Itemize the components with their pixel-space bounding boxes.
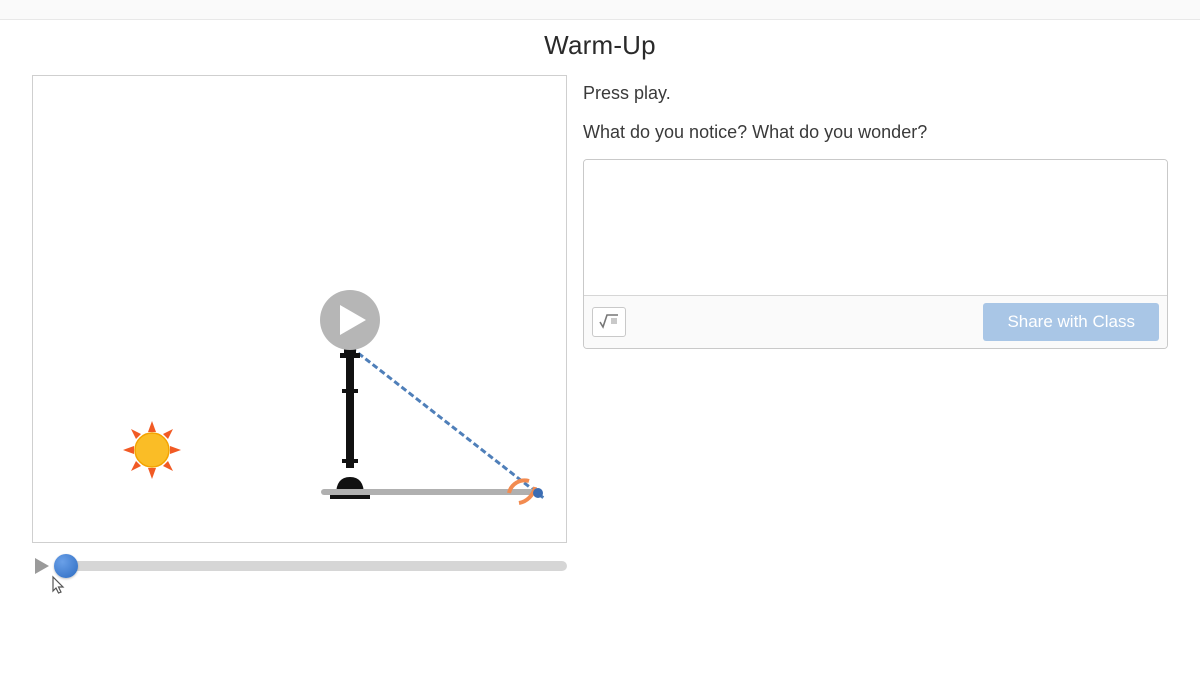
animation-canvas [32, 75, 567, 543]
response-toolbar: Share with Class [584, 295, 1167, 348]
share-with-class-button[interactable]: Share with Class [983, 303, 1159, 341]
play-overlay-button[interactable] [320, 290, 380, 350]
play-icon [340, 305, 366, 335]
slider-play-button[interactable] [32, 556, 52, 576]
prompt-line-1: Press play. [583, 81, 1168, 106]
math-keyboard-button[interactable] [592, 307, 626, 337]
sun-icon [123, 421, 181, 479]
response-box: Share with Class [583, 159, 1168, 349]
animation-column [32, 75, 567, 583]
animation-slider[interactable] [58, 561, 567, 571]
cursor-pointer-icon [45, 575, 69, 599]
animation-slider-row [32, 549, 567, 583]
prompt-line-2: What do you notice? What do you wonder? [583, 120, 1168, 145]
activity-page: Warm-Up [0, 20, 1200, 675]
play-small-icon [35, 558, 49, 574]
app-topbar [0, 0, 1200, 20]
response-textarea[interactable] [584, 160, 1167, 290]
slider-thumb[interactable] [54, 554, 78, 578]
prompt-column: Press play. What do you notice? What do … [583, 75, 1168, 349]
content-columns: Press play. What do you notice? What do … [32, 75, 1168, 583]
ray-endpoint [533, 488, 543, 498]
lamppost-icon [330, 329, 370, 504]
sqrt-icon [599, 313, 619, 332]
page-title: Warm-Up [32, 30, 1168, 61]
